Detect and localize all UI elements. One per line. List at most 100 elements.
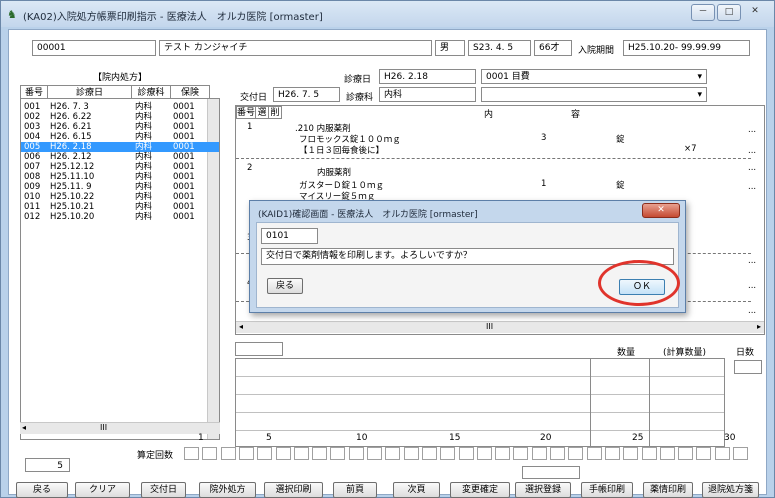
scale-number: 10 [356, 433, 368, 443]
scroll-left-icon[interactable]: ◂ [239, 322, 243, 331]
santei-cell[interactable] [385, 447, 401, 460]
grid-line [236, 376, 590, 377]
close-window-button[interactable]: ✕ [743, 4, 767, 21]
santei-cell[interactable] [513, 447, 529, 460]
santei-cell[interactable] [623, 447, 639, 460]
maximize-button[interactable]: □ [717, 4, 741, 21]
ingai-button[interactable]: 院外処方 [199, 482, 256, 498]
drug-info-print-button[interactable]: 薬情印刷 [643, 482, 693, 498]
list-item[interactable]: 007 H25.12.12 内科 0001 [21, 162, 219, 172]
scroll-right-icon[interactable]: ▸ [757, 322, 761, 331]
lower-right-field[interactable] [522, 466, 580, 479]
santei-cell[interactable] [476, 447, 492, 460]
notebook-print-button[interactable]: 手帳印刷 [581, 482, 633, 498]
list-item[interactable]: 004 H26. 6.15 内科 0001 [21, 132, 219, 142]
dialog-back-button[interactable]: 戻る [267, 278, 303, 294]
quantity-label: 数量 [617, 348, 636, 358]
santei-value-field[interactable]: 5 [25, 458, 70, 472]
scale-number: 20 [540, 433, 552, 443]
santei-cell[interactable] [641, 447, 657, 460]
santei-cell[interactable] [257, 447, 273, 460]
santei-cell[interactable] [293, 447, 309, 460]
list-scroll-thumb[interactable]: III [100, 423, 107, 432]
col-header-number[interactable]: 番号 [20, 85, 48, 99]
scroll-left-icon[interactable]: ◂ [22, 423, 26, 432]
list-item[interactable]: 006 H26. 2.12 内科 0001 [21, 152, 219, 162]
list-item[interactable]: 010 H25.10.22 内科 0001 [21, 192, 219, 202]
santei-cell[interactable] [421, 447, 437, 460]
ellipsis[interactable]: ... [748, 281, 756, 291]
prev-page-button[interactable]: 前頁 [333, 482, 377, 498]
chevron-down-icon[interactable]: ▾ [697, 70, 702, 83]
col-header-department[interactable]: 診療科 [131, 85, 171, 99]
santei-cell[interactable] [275, 447, 291, 460]
koufubi-button[interactable]: 交付日 [141, 482, 186, 498]
santei-cell[interactable] [403, 447, 419, 460]
santei-cell[interactable] [568, 447, 584, 460]
list-item-insurance: 0001 [173, 102, 195, 112]
discharge-rx-button[interactable]: 退院処方箋 [702, 482, 759, 498]
col-header-date[interactable]: 診療日 [47, 85, 132, 99]
santei-cell[interactable] [202, 447, 218, 460]
list-item[interactable]: 008 H25.11.10 内科 0001 [21, 172, 219, 182]
prescription-list[interactable]: 001 H26. 7. 3 内科 0001 002 H26. 6.22 内科 0001 003 H… [20, 98, 220, 440]
list-item-number: 007 [24, 162, 41, 172]
list-item[interactable]: 003 H26. 6.21 内科 0001 [21, 122, 219, 132]
ellipsis[interactable]: ... [748, 256, 756, 266]
back-button[interactable]: 戻る [16, 482, 68, 498]
santei-cell[interactable] [678, 447, 694, 460]
list-item[interactable]: 009 H25.11. 9 内科 0001 [21, 182, 219, 192]
chevron-down-icon[interactable]: ▾ [697, 88, 702, 101]
shinryoka-field[interactable]: 内科 [379, 87, 476, 102]
next-page-button[interactable]: 次頁 [393, 482, 440, 498]
shinryobi-field[interactable]: H26. 2.18 [379, 69, 476, 84]
days-field[interactable] [734, 360, 762, 374]
detail-scroll-thumb[interactable]: III [486, 322, 493, 331]
ellipsis[interactable]: ... [748, 163, 756, 173]
list-item[interactable]: 005 H26. 2.18 内科 0001 [21, 142, 219, 152]
dialog-code-field[interactable]: 0101 [261, 228, 318, 244]
santei-cell[interactable] [220, 447, 236, 460]
second-select[interactable]: ▾ [481, 87, 707, 102]
item-select[interactable]: 0001 目費 ▾ [481, 69, 707, 84]
santei-cell[interactable] [714, 447, 730, 460]
santei-cell[interactable] [330, 447, 346, 460]
minimize-button[interactable]: － [691, 4, 715, 21]
lower-grid-left[interactable] [235, 358, 591, 447]
ellipsis[interactable]: ... [748, 125, 756, 135]
santei-cell[interactable] [586, 447, 602, 460]
dialog-close-button[interactable]: ✕ [642, 203, 680, 218]
list-item[interactable]: 002 H26. 6.22 内科 0001 [21, 112, 219, 122]
santei-cell[interactable] [733, 447, 748, 460]
santei-cell[interactable] [458, 447, 474, 460]
confirm-change-button[interactable]: 変更確定 [450, 482, 510, 498]
santei-cell[interactable] [550, 447, 565, 460]
santei-cell[interactable] [604, 447, 620, 460]
select-print-button[interactable]: 選択印刷 [264, 482, 323, 498]
col-header-insurance[interactable]: 保険 [170, 85, 210, 99]
detail-horizontal-scrollbar[interactable]: ◂ III ▸ [236, 321, 764, 333]
santei-cell[interactable] [367, 447, 382, 460]
koufubi-field[interactable]: H26. 7. 5 [273, 87, 340, 102]
santei-cell[interactable] [312, 447, 328, 460]
santei-cell[interactable] [184, 447, 199, 460]
ellipsis[interactable]: ... [748, 182, 756, 192]
clear-button[interactable]: クリア [75, 482, 130, 498]
list-item[interactable]: 011 H25.10.21 内科 0001 [21, 202, 219, 212]
santei-cell[interactable] [238, 447, 254, 460]
santei-cell[interactable] [659, 447, 675, 460]
santei-cell[interactable] [696, 447, 712, 460]
list-item[interactable]: 001 H26. 7. 3 内科 0001 [21, 102, 219, 112]
santei-cell[interactable] [348, 447, 364, 460]
ellipsis[interactable]: ... [748, 306, 756, 316]
list-horizontal-scrollbar[interactable]: ◂ III [20, 422, 220, 434]
list-item-department: 内科 [135, 102, 153, 112]
lower-small-field[interactable] [235, 342, 283, 356]
santei-cell[interactable] [531, 447, 547, 460]
lower-grid-calc[interactable] [649, 358, 725, 447]
select-register-button[interactable]: 選択登録 [515, 482, 571, 498]
list-item[interactable]: 012 H25.10.20 内科 0001 [21, 212, 219, 222]
santei-cell[interactable] [440, 447, 456, 460]
santei-cell[interactable] [495, 447, 511, 460]
ellipsis[interactable]: ... [748, 146, 756, 156]
